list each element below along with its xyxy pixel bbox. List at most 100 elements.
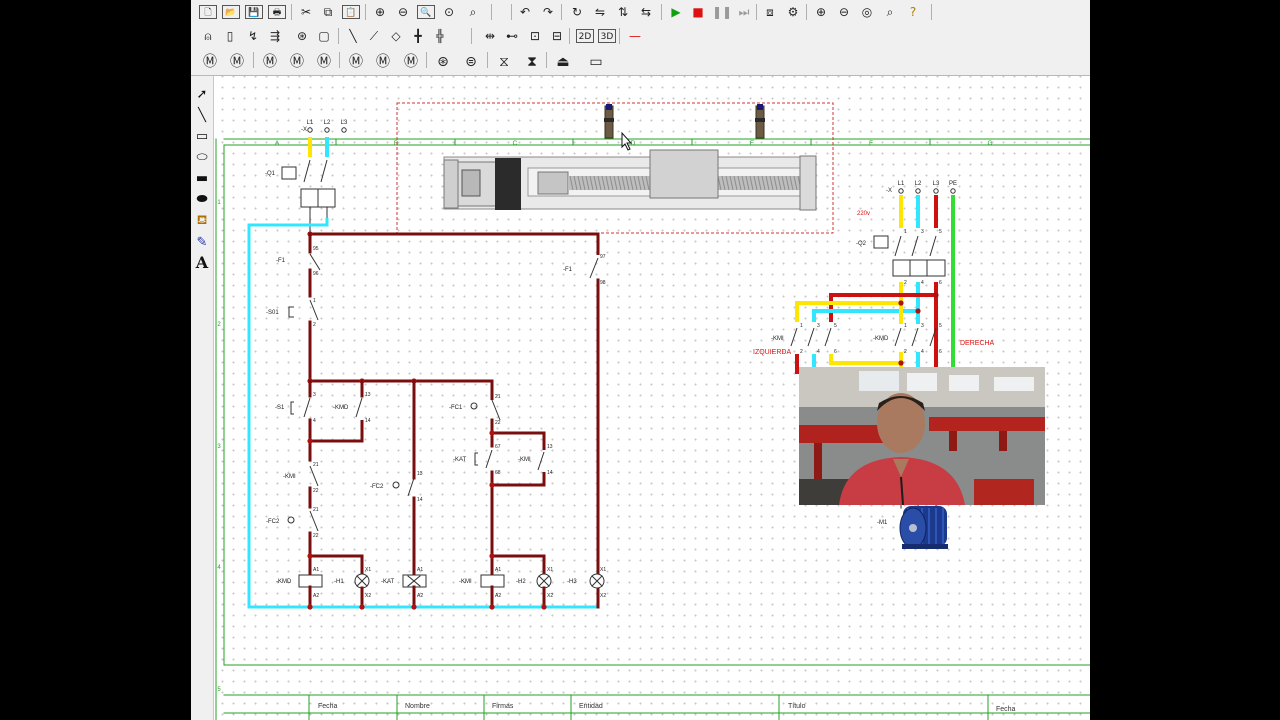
redo-icon[interactable]: ↷ xyxy=(539,3,557,21)
switch-2d-icon[interactable]: ⊟ xyxy=(548,27,566,45)
filled-ellipse-icon[interactable]: ⬬ xyxy=(193,191,211,209)
pin-a1: A1 xyxy=(313,567,319,573)
motor-1ph-icon[interactable]: Ⓜ xyxy=(199,52,221,72)
toolbar-separator xyxy=(619,28,620,44)
play-icon[interactable]: ▶ xyxy=(667,3,685,21)
find-icon[interactable]: ⌕ xyxy=(464,3,482,21)
fill-bucket-icon[interactable]: ⛾ xyxy=(193,212,211,230)
toolbar-separator xyxy=(561,4,562,20)
text-tool-icon[interactable]: A xyxy=(193,254,211,272)
junction-dot xyxy=(915,308,921,314)
timer-off-icon[interactable]: ⊷ xyxy=(503,27,521,45)
3d-view-icon[interactable]: 3D xyxy=(598,29,616,43)
zoom-object-icon[interactable]: ⊙ xyxy=(440,3,458,21)
zoom-fit-icon[interactable]: ⊕ xyxy=(371,3,389,21)
paste-icon[interactable]: 📋 xyxy=(342,5,360,19)
undo-icon[interactable]: ↶ xyxy=(516,3,534,21)
zoom-page-icon[interactable]: ⊖ xyxy=(394,3,412,21)
relay-component-icon[interactable]: ▢ xyxy=(315,27,333,45)
ellipse-tool-icon[interactable]: ⬭ xyxy=(193,149,211,167)
step-icon[interactable]: ⏭ xyxy=(735,3,753,21)
izquierda-label: IZQUIERDA xyxy=(753,349,791,356)
pump-icon[interactable]: ⊜ xyxy=(460,52,482,72)
motor-2speed-icon[interactable]: Ⓜ xyxy=(372,52,394,72)
stop-icon[interactable]: ■ xyxy=(689,3,707,21)
flip-icon[interactable]: ⇋ xyxy=(591,3,609,21)
motor-3ph-icon[interactable]: Ⓜ xyxy=(226,52,248,72)
wire-color-icon[interactable]: — xyxy=(626,27,644,45)
rectangle-tool-icon[interactable]: ▭ xyxy=(193,128,211,146)
help-icon[interactable]: ? xyxy=(904,3,922,21)
proximity-sensor-2 xyxy=(755,104,765,139)
kmd-main-contact xyxy=(894,327,902,347)
derecha-label: DERECHA xyxy=(960,340,995,347)
pause-icon[interactable]: ❚❚ xyxy=(712,3,732,21)
open-icon[interactable]: 📂 xyxy=(222,5,240,19)
lamp-component-icon[interactable]: ⍝ xyxy=(199,27,217,45)
row-label-1: 1 xyxy=(217,200,221,206)
title-block-firmas: Firmas xyxy=(492,703,514,710)
f1-label: -F1 xyxy=(276,258,286,264)
cylinder-icon[interactable]: ⏏ xyxy=(552,52,574,72)
2d-view-icon[interactable]: 2D xyxy=(576,29,594,43)
motor-dahlander-icon[interactable]: Ⓜ xyxy=(259,52,281,72)
toolbar-separator xyxy=(253,52,254,68)
q2-handle xyxy=(873,235,889,249)
simulation-settings-icon[interactable]: ⚙ xyxy=(784,3,802,21)
toolbar-separator xyxy=(487,52,488,68)
f1-contact xyxy=(309,253,321,271)
kmi-power-label: -KMI xyxy=(771,336,784,342)
swap-icon[interactable]: ⇆ xyxy=(637,3,655,21)
sensor-icon[interactable]: ⊡ xyxy=(526,27,544,45)
zoom-previous-icon[interactable]: ⌕ xyxy=(881,3,899,21)
motor-star-delta-icon[interactable]: Ⓜ xyxy=(345,52,367,72)
no-contact-icon[interactable]: ╲ xyxy=(344,27,362,45)
simulation-window-icon[interactable]: ⧈ xyxy=(761,3,779,21)
motor-brake-icon[interactable]: Ⓜ xyxy=(400,52,422,72)
zoom-actual-icon[interactable]: ◎ xyxy=(858,3,876,21)
diode-icon[interactable]: ◇ xyxy=(387,27,405,45)
mirror-icon[interactable]: ⇅ xyxy=(614,3,632,21)
print-icon[interactable]: 🖶 xyxy=(268,5,286,19)
pin-14: 14 xyxy=(365,418,371,424)
power-supply-L3: L3 xyxy=(933,181,940,187)
filled-rectangle-icon[interactable]: ▬ xyxy=(193,170,211,188)
fan-icon[interactable]: ⊛ xyxy=(432,52,454,72)
linear-axis-icon[interactable]: ▭ xyxy=(585,52,607,72)
transformer-3ph-icon[interactable]: ⧗ xyxy=(521,52,543,72)
toolbar-separator xyxy=(806,4,807,20)
save-icon[interactable]: 💾 xyxy=(245,5,263,19)
column-label-G: G xyxy=(987,140,992,147)
terminal-icon[interactable]: ╬ xyxy=(431,27,449,45)
fuse-component-icon[interactable]: ▯ xyxy=(221,27,239,45)
pin: 1 xyxy=(904,323,907,329)
zoom-in-icon[interactable]: ⊕ xyxy=(812,3,830,21)
line-tool-icon[interactable]: ╲ xyxy=(193,107,211,125)
pin: 2 xyxy=(904,349,907,355)
copy-icon[interactable]: ⧉ xyxy=(319,3,337,21)
wire xyxy=(310,420,364,443)
nc-contact-icon[interactable]: ⟋ xyxy=(365,27,383,45)
rotate-icon[interactable]: ↻ xyxy=(568,3,586,21)
coil-component-icon[interactable]: ⊛ xyxy=(293,27,311,45)
motor-dc-icon[interactable]: Ⓜ xyxy=(313,52,335,72)
pin-2: 2 xyxy=(313,322,316,328)
pin-97: 97 xyxy=(600,254,606,260)
new-icon[interactable]: 🗋 xyxy=(199,5,217,19)
junction-dot xyxy=(489,553,495,559)
motor-slip-ring-icon[interactable]: Ⓜ xyxy=(286,52,308,72)
multipole-switch-icon[interactable]: ⇶ xyxy=(266,27,284,45)
transformer-icon[interactable]: ⧖ xyxy=(493,52,515,72)
zoom-out-icon[interactable]: ⊖ xyxy=(835,3,853,21)
zoom-window-icon[interactable]: 🔍 xyxy=(417,5,435,19)
cade-simu-window: 🗋 📂 💾 🖶 ✂ ⧉ 📋 ⊕ ⊖ 🔍 ⊙ ⌕ ↶ ↷ ↻ ⇋ ⇅ ⇆ ▶ ■ ❚❚ ⏭ ⧈ ⚙ ⊕ ⊖ ◎ ⌕? ⍝ ▯ ↯ ⇶ ⊛ ▢ ╲ ⟋ ◇… xyxy=(191,0,1090,720)
kmi-main-contact xyxy=(807,327,815,347)
timer-on-icon[interactable]: ⇹ xyxy=(481,27,499,45)
title-block-fecha-1: Fecha xyxy=(318,703,338,710)
select-arrow-icon[interactable]: ➚ xyxy=(193,86,211,104)
switch-component-icon[interactable]: ↯ xyxy=(244,27,262,45)
kmd-main-contact xyxy=(911,327,919,347)
junction-icon[interactable]: ╋ xyxy=(409,27,427,45)
color-picker-icon[interactable]: ✎ xyxy=(193,234,211,252)
cut-icon[interactable]: ✂ xyxy=(297,3,315,21)
